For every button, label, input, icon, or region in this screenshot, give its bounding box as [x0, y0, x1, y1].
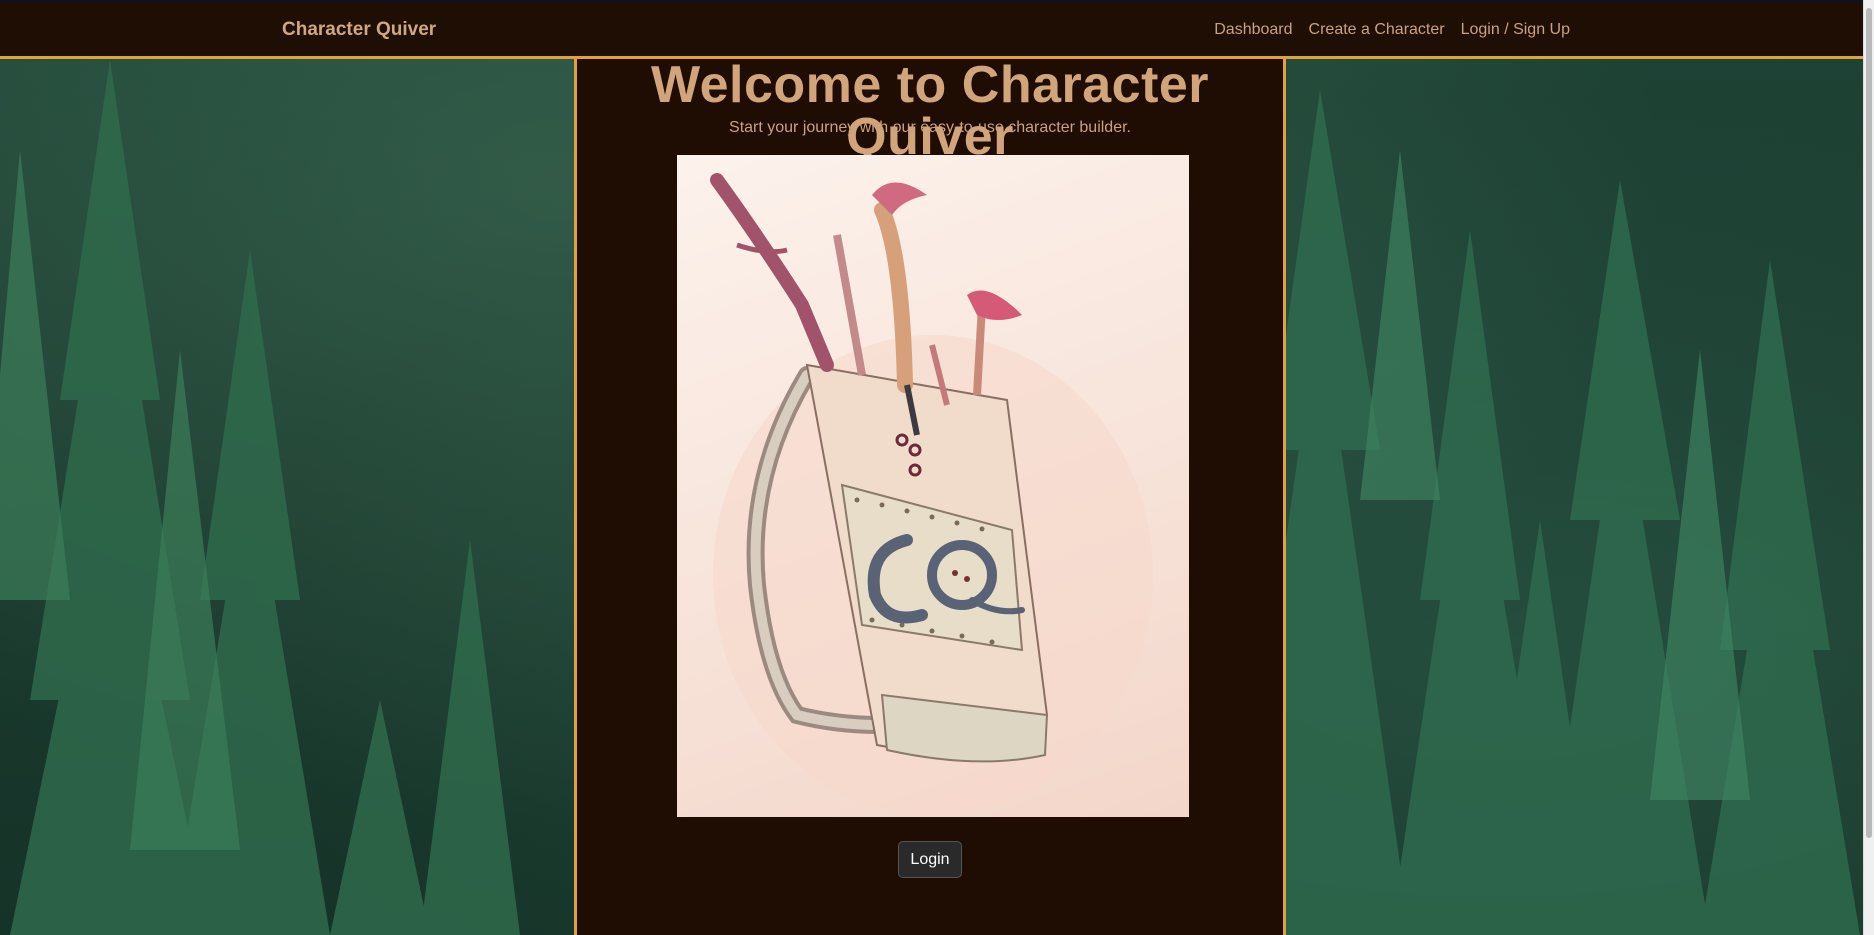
page-title: Welcome to Character Quiver: [650, 56, 1210, 166]
nav-link-create-character[interactable]: Create a Character: [1309, 21, 1445, 39]
top-navbar: Character Quiver Dashboard Create a Char…: [0, 0, 1864, 59]
page-subtitle: Start your journey with our easy-to-use …: [729, 119, 1131, 136]
quiver-illustration-icon: [710, 173, 1153, 815]
scrollbar-thumb[interactable]: [1866, 8, 1872, 838]
brand-link[interactable]: Character Quiver: [282, 19, 436, 41]
nav-link-dashboard[interactable]: Dashboard: [1214, 21, 1292, 39]
nav-link-login-signup[interactable]: Login / Sign Up: [1461, 21, 1570, 39]
main-panel: Welcome to Character Quiver Start your j…: [574, 59, 1286, 935]
login-button[interactable]: Login: [898, 841, 962, 878]
navbar-top-edge: [0, 0, 1864, 3]
nav-links: Dashboard Create a Character Login / Sig…: [1214, 21, 1570, 39]
page-scrollbar[interactable]: [1863, 0, 1874, 935]
quiver-logo-image: [677, 155, 1189, 817]
